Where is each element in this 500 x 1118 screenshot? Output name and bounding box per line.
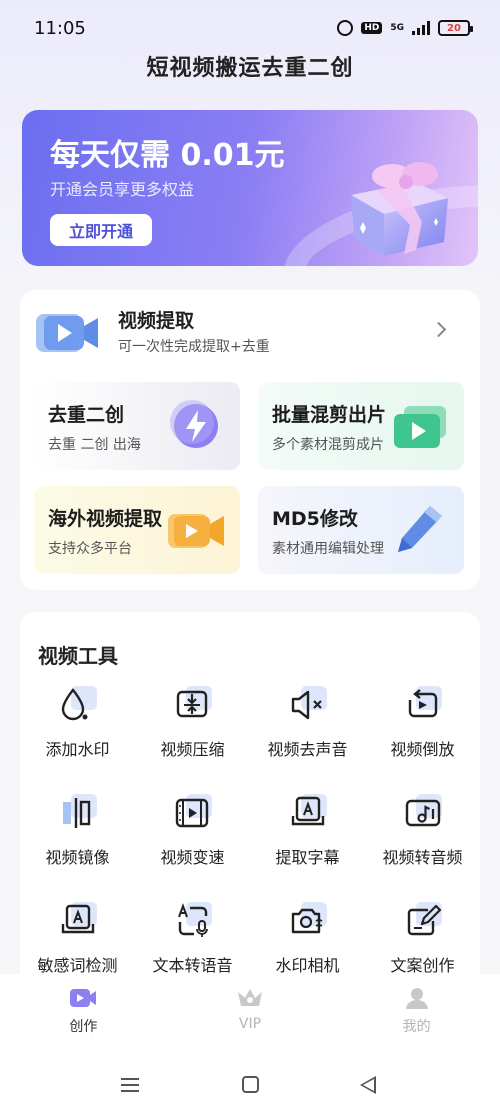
tool-video-reverse[interactable]: 视频倒放 — [365, 682, 480, 790]
film-speed-icon — [172, 792, 214, 834]
video-tools-card: 视频工具 添加水印 视频压缩 视频去声音 视频倒放 视频镜像 视频变速 提取字幕… — [20, 612, 480, 992]
feature-card: 视频提取 可一次性完成提取+去重 去重二创 去重 二创 出海 批量混剪出片 多个… — [20, 290, 480, 590]
profile-icon — [405, 988, 428, 1009]
tool-label: 视频镜像 — [45, 848, 110, 867]
tool-video-compress[interactable]: 视频压缩 — [135, 682, 250, 790]
edit-icon — [402, 900, 444, 942]
status-time: 11:05 — [34, 18, 86, 39]
network-label: 5G — [390, 23, 404, 33]
nav-label: 创作 — [69, 1019, 98, 1035]
tile-title: 海外视频提取 — [48, 508, 163, 530]
signal-icon — [412, 21, 430, 35]
mirror-icon — [57, 792, 99, 834]
video-extract-subtitle: 可一次性完成提取+去重 — [118, 339, 270, 355]
audio-icon — [402, 792, 444, 834]
status-icons: HD 5G 20 — [337, 20, 473, 36]
tool-label: 文本转语音 — [152, 956, 233, 975]
video-tools-title: 视频工具 — [38, 644, 118, 668]
tool-label: 文案创作 — [390, 956, 455, 975]
tool-label: 视频倒放 — [390, 740, 455, 759]
video-extract-row[interactable]: 视频提取 可一次性完成提取+去重 — [20, 290, 480, 374]
droplet-icon — [57, 684, 99, 726]
pen-icon — [398, 506, 442, 552]
video-camera-icon — [168, 514, 224, 548]
tile-title: MD5修改 — [272, 508, 358, 530]
gift-box-icon — [351, 162, 448, 256]
tool-video-mute[interactable]: 视频去声音 — [250, 682, 365, 790]
alarm-icon — [337, 20, 354, 36]
vip-banner[interactable]: 每天仅需 0.01元 开通会员享更多权益 立即开通 — [22, 110, 478, 266]
tool-label: 视频变速 — [160, 848, 225, 867]
tile-overseas-extract[interactable]: 海外视频提取 支持众多平台 — [34, 486, 240, 574]
battery-icon: 20 — [438, 20, 473, 36]
vip-headline: 每天仅需 0.01元 — [50, 138, 285, 173]
crown-icon — [238, 989, 262, 1006]
tool-label: 提取字幕 — [275, 848, 340, 867]
nav-tab-profile[interactable]: 我的 — [333, 974, 500, 1054]
tile-md5-modify[interactable]: MD5修改 素材通用编辑处理 — [258, 486, 464, 574]
tool-video-mirror[interactable]: 视频镜像 — [20, 790, 135, 898]
battery-level: 20 — [447, 22, 461, 34]
reverse-icon — [402, 684, 444, 726]
mute-icon — [287, 684, 329, 726]
back-icon[interactable] — [360, 1076, 376, 1094]
tool-label: 视频转音频 — [382, 848, 463, 867]
page-title: 短视频搬运去重二创 — [146, 56, 354, 81]
open-membership-button[interactable]: 立即开通 — [50, 214, 152, 246]
tool-video-to-audio[interactable]: 视频转音频 — [365, 790, 480, 898]
nav-label: VIP — [238, 1016, 262, 1032]
video-extract-title: 视频提取 — [118, 310, 195, 332]
tool-label: 添加水印 — [45, 740, 110, 759]
tool-label: 敏感词检测 — [37, 956, 118, 975]
tile-title: 去重二创 — [48, 404, 125, 426]
tool-add-watermark[interactable]: 添加水印 — [20, 682, 135, 790]
bottom-nav: 创作 VIP 我的 — [0, 974, 500, 1054]
hd-badge: HD — [361, 22, 383, 34]
tool-video-speed[interactable]: 视频变速 — [135, 790, 250, 898]
video-stack-icon — [394, 406, 446, 448]
tile-subtitle: 去重 二创 出海 — [48, 437, 141, 453]
tile-batch-mix[interactable]: 批量混剪出片 多个素材混剪成片 — [258, 382, 464, 470]
text-check-icon — [57, 900, 99, 942]
text-to-speech-icon — [172, 900, 214, 942]
tool-label: 水印相机 — [275, 956, 340, 975]
vip-subtitle: 开通会员享更多权益 — [50, 180, 195, 199]
camera-icon — [287, 900, 329, 942]
lightning-icon — [170, 400, 218, 448]
tool-label: 视频去声音 — [267, 740, 348, 759]
tool-label: 视频压缩 — [160, 740, 225, 759]
create-icon — [70, 989, 97, 1007]
tile-title: 批量混剪出片 — [272, 404, 387, 426]
tile-dedup[interactable]: 去重二创 去重 二创 出海 — [34, 382, 240, 470]
subtitle-icon — [287, 792, 329, 834]
status-bar: 11:05 HD 5G 20 — [0, 0, 500, 54]
system-nav-bar — [0, 1054, 500, 1118]
home-icon[interactable] — [242, 1076, 259, 1093]
nav-tab-vip[interactable]: VIP — [167, 974, 334, 1054]
nav-label: 我的 — [402, 1019, 431, 1035]
tile-subtitle: 多个素材混剪成片 — [272, 437, 384, 453]
video-camera-icon — [36, 314, 98, 352]
chevron-right-icon — [430, 321, 447, 338]
nav-tab-create[interactable]: 创作 — [0, 974, 167, 1054]
tile-subtitle: 素材通用编辑处理 — [272, 541, 384, 557]
video-tools-grid: 添加水印 视频压缩 视频去声音 视频倒放 视频镜像 视频变速 提取字幕 视频转音… — [20, 682, 480, 1006]
recent-apps-icon[interactable] — [121, 1078, 139, 1092]
tile-subtitle: 支持众多平台 — [48, 541, 132, 557]
compress-icon — [172, 684, 214, 726]
tool-extract-subtitle[interactable]: 提取字幕 — [250, 790, 365, 898]
